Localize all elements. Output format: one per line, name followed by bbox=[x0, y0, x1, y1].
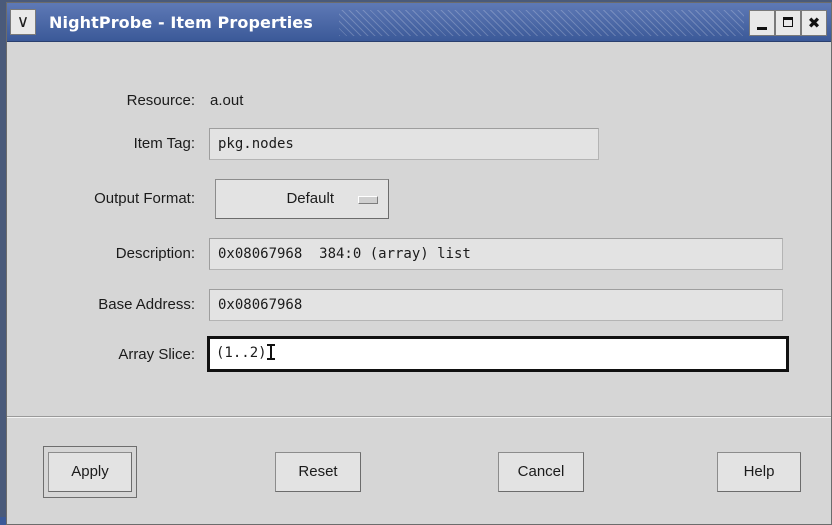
window-title: NightProbe - Item Properties bbox=[49, 13, 313, 32]
description-field: 0x08067968 384:0 (array) list bbox=[209, 238, 783, 270]
description-label: Description: bbox=[115, 245, 195, 262]
minimize-icon bbox=[757, 27, 767, 30]
output-format-label: Output Format: bbox=[94, 190, 195, 207]
chevron-down-icon: ∨ bbox=[16, 12, 30, 32]
button-area-separator bbox=[7, 416, 831, 418]
option-menu-indicator-icon bbox=[358, 196, 378, 204]
close-button[interactable]: ✖ bbox=[801, 10, 827, 36]
output-format-value: Default bbox=[286, 190, 334, 207]
cancel-button[interactable]: Cancel bbox=[498, 452, 584, 492]
item-tag-label: Item Tag: bbox=[133, 135, 195, 152]
window-menu-button[interactable]: ∨ bbox=[10, 9, 36, 35]
title-bar-pattern bbox=[339, 10, 744, 36]
array-slice-input[interactable]: (1..2) bbox=[207, 336, 789, 372]
apply-button[interactable]: Apply bbox=[48, 452, 132, 492]
reset-button[interactable]: Reset bbox=[275, 452, 361, 492]
text-cursor-icon bbox=[266, 344, 275, 360]
desktop-background bbox=[0, 517, 6, 525]
item-properties-window: ∨ NightProbe - Item Properties ✖ Resourc… bbox=[6, 2, 832, 525]
maximize-icon bbox=[783, 17, 793, 27]
title-bar[interactable]: ∨ NightProbe - Item Properties ✖ bbox=[7, 3, 831, 42]
array-slice-label: Array Slice: bbox=[118, 346, 195, 363]
close-icon: ✖ bbox=[807, 14, 821, 32]
array-slice-value: (1..2) bbox=[216, 345, 267, 361]
resource-label: Resource: bbox=[126, 92, 195, 109]
maximize-button[interactable] bbox=[775, 10, 801, 36]
help-button[interactable]: Help bbox=[717, 452, 801, 492]
output-format-menu-button[interactable]: Default bbox=[215, 179, 389, 219]
item-tag-field[interactable]: pkg.nodes bbox=[209, 128, 599, 160]
minimize-button[interactable] bbox=[749, 10, 775, 36]
base-address-label: Base Address: bbox=[98, 296, 195, 313]
base-address-field: 0x08067968 bbox=[209, 289, 783, 321]
resource-value: a.out bbox=[210, 92, 244, 109]
